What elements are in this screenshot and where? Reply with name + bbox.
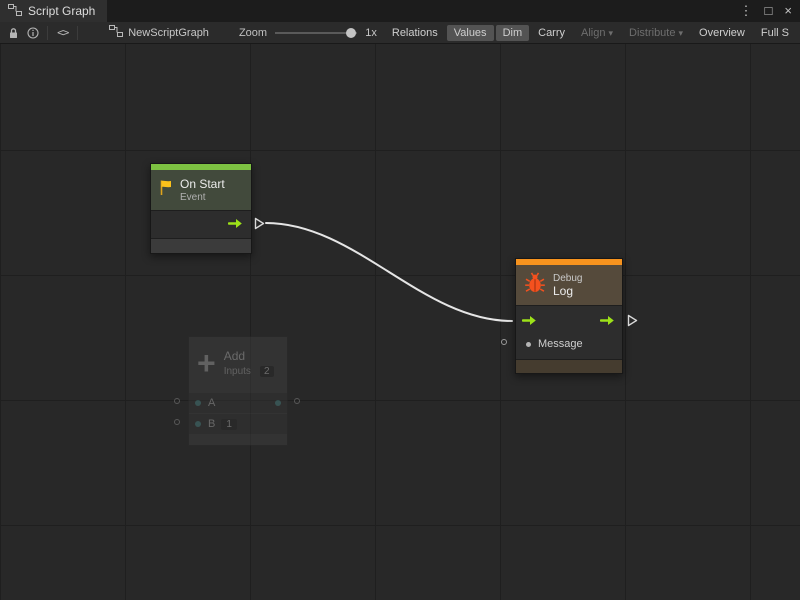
on-start-output-port[interactable] (254, 217, 265, 235)
node-add[interactable]: + Add Inputs 2 A B (188, 336, 288, 446)
window-controls: ⋮ □ × (740, 0, 800, 22)
chevron-down-icon: ▾ (678, 28, 683, 38)
align-button[interactable]: Align▾ (574, 25, 620, 41)
inputs-row: Inputs 2 (224, 366, 274, 377)
code-icon[interactable]: <> (53, 24, 72, 42)
fullscreen-button[interactable]: Full S (754, 25, 796, 41)
port-row-b[interactable]: B 1 (189, 414, 287, 434)
tab-script-graph[interactable]: Script Graph (0, 0, 107, 22)
plus-icon: + (197, 347, 216, 379)
port-b-value-field[interactable]: 1 (221, 419, 237, 430)
message-port-row[interactable]: Message (516, 333, 622, 355)
port-row-a[interactable]: A (189, 393, 287, 413)
on-start-titles: On Start Event (180, 177, 225, 203)
debug-log-header: Debug Log (516, 265, 622, 305)
port-b-label: B (208, 418, 215, 430)
close-icon[interactable]: × (784, 0, 792, 22)
debug-log-ports: Message (516, 305, 622, 359)
node-on-start[interactable]: On Start Event (150, 163, 252, 254)
menu-icon[interactable]: ⋮ (740, 0, 753, 22)
node-add-dimmed-group: + Add Inputs 2 A B (172, 336, 304, 450)
message-input-port[interactable] (501, 339, 507, 345)
add-input-a-port[interactable] (174, 398, 180, 404)
node-title: Log (553, 284, 582, 298)
maximize-icon[interactable]: □ (765, 0, 773, 22)
chevron-down-icon: ▾ (608, 28, 613, 38)
debug-log-footer (516, 359, 622, 373)
graph-icon (109, 25, 123, 40)
flow-output-arrow-icon[interactable] (600, 313, 616, 331)
node-subtitle: Event (180, 192, 225, 203)
on-start-header: On Start Event (151, 170, 251, 210)
toolbar-separator (47, 26, 48, 40)
flow-input-arrow-icon[interactable] (522, 313, 538, 331)
connection-layer (0, 44, 800, 600)
relations-button[interactable]: Relations (385, 25, 445, 41)
message-port-label: Message (538, 338, 583, 350)
connection-wire[interactable] (266, 223, 512, 321)
port-a-dot (195, 400, 201, 406)
overview-button[interactable]: Overview (692, 25, 752, 41)
node-category: Debug (553, 273, 582, 284)
toolbar: <> NewScriptGraph Zoom 1x Relations Valu… (0, 22, 800, 44)
flow-output-arrow-icon[interactable] (228, 216, 244, 234)
on-start-ports (151, 210, 251, 238)
lock-icon[interactable] (4, 24, 23, 42)
inputs-count-field[interactable]: 2 (260, 366, 274, 377)
zoom-slider[interactable] (275, 32, 357, 34)
graph-name: NewScriptGraph (128, 27, 209, 39)
node-title: Add (224, 349, 274, 363)
debug-log-output-port[interactable] (627, 314, 638, 332)
graph-canvas[interactable]: On Start Event (0, 44, 800, 600)
code-icon-glyph: <> (57, 26, 68, 39)
dim-button[interactable]: Dim (496, 25, 530, 41)
titlebar: Script Graph ⋮ □ × (0, 0, 800, 22)
add-header: + Add Inputs 2 (189, 337, 287, 389)
add-output-port[interactable] (294, 398, 300, 404)
node-debug-log[interactable]: Debug Log Message (515, 258, 623, 374)
script-graph-tab-icon (8, 4, 22, 19)
port-a-label: A (208, 397, 215, 409)
graph-breadcrumb[interactable]: NewScriptGraph (109, 25, 209, 40)
values-button[interactable]: Values (447, 25, 494, 41)
sum-output-dot (275, 400, 281, 406)
inputs-label: Inputs (224, 366, 251, 377)
zoom-value: 1x (365, 27, 377, 39)
distribute-button-label: Distribute (629, 27, 675, 39)
flag-icon (158, 179, 174, 201)
zoom-slider-knob[interactable] (346, 28, 356, 38)
toolbar-separator (77, 26, 78, 40)
add-titles: Add Inputs 2 (224, 349, 274, 377)
info-icon[interactable] (23, 24, 42, 42)
on-start-footer (151, 238, 251, 253)
zoom-label: Zoom (239, 27, 267, 39)
bug-icon (523, 271, 547, 300)
port-b-dot (195, 421, 201, 427)
debug-log-titles: Debug Log (553, 273, 582, 298)
distribute-button[interactable]: Distribute▾ (622, 25, 690, 41)
flow-port-row (516, 311, 622, 333)
node-title: On Start (180, 177, 225, 191)
add-input-b-port[interactable] (174, 419, 180, 425)
carry-button[interactable]: Carry (531, 25, 572, 41)
script-graph-window: Script Graph ⋮ □ × <> NewScriptGraph Zoo… (0, 0, 800, 600)
tab-label: Script Graph (28, 4, 95, 18)
message-port-dot (526, 342, 531, 347)
align-button-label: Align (581, 27, 605, 39)
